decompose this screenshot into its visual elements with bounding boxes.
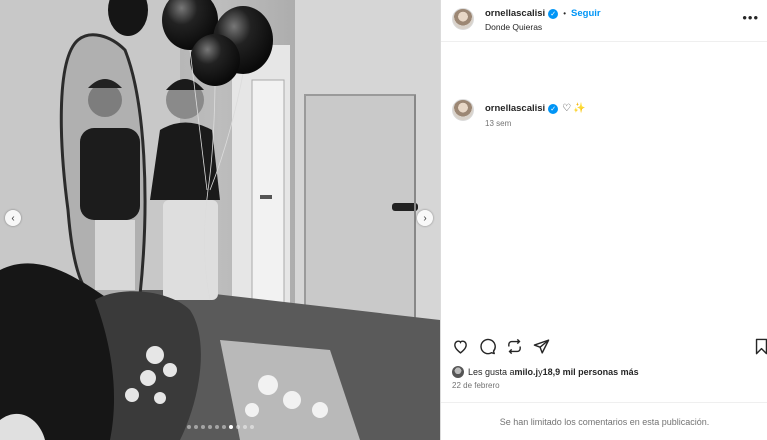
carousel-dot: [249, 425, 254, 429]
photo-image: [0, 0, 440, 440]
follow-button[interactable]: Seguir: [571, 8, 601, 19]
likes-prefix: Les gusta a: [468, 367, 515, 377]
location-link[interactable]: Donde Quieras: [485, 22, 542, 32]
carousel-next-button[interactable]: ›: [417, 210, 433, 226]
likes-user[interactable]: milo.j: [515, 367, 539, 377]
likes-count[interactable]: 18,9 mil personas más: [543, 367, 639, 377]
comments-limited-notice: Se han limitado los comentarios en esta …: [441, 402, 767, 440]
bookmark-icon[interactable]: [752, 337, 767, 355]
carousel-dot: [221, 425, 226, 429]
send-icon[interactable]: [532, 337, 550, 355]
caption-heart-emoji: ♡: [562, 103, 572, 114]
caption-area: ornellascalisi ✓ ♡ ✨ 13 sem: [441, 42, 767, 342]
carousel-dots: [0, 425, 440, 429]
carousel-dot: [207, 425, 212, 429]
more-icon[interactable]: •••: [742, 10, 759, 25]
carousel-dot: [193, 425, 198, 429]
comment-icon[interactable]: [478, 337, 496, 355]
post-side-panel: ornellascalisi ✓ • Seguir Donde Quieras …: [440, 0, 767, 440]
carousel-dot: [200, 425, 205, 429]
username[interactable]: ornellascalisi: [485, 8, 545, 19]
caption-sparkle-emoji: ✨: [573, 103, 586, 114]
caption-avatar[interactable]: [452, 99, 474, 121]
carousel-dot: [214, 425, 219, 429]
post-header: ornellascalisi ✓ • Seguir Donde Quieras …: [441, 0, 767, 42]
separator: •: [563, 9, 567, 18]
carousel-dot: [242, 425, 247, 429]
caption-verified-icon: ✓: [548, 103, 559, 114]
liker-avatar: [452, 366, 464, 378]
post-photo[interactable]: ‹ ›: [0, 0, 440, 440]
verified-icon: ✓: [548, 8, 559, 19]
heart-icon[interactable]: [451, 337, 469, 355]
caption-username[interactable]: ornellascalisi: [485, 103, 545, 114]
action-bar: [441, 333, 767, 361]
carousel-dot: [186, 425, 191, 429]
share-icon[interactable]: [505, 337, 523, 355]
carousel-dot: [228, 425, 233, 429]
carousel-prev-button[interactable]: ‹: [5, 210, 21, 226]
caption-time: 13 sem: [485, 119, 512, 128]
carousel-dot: [235, 425, 240, 429]
avatar[interactable]: [452, 8, 474, 30]
likes-summary[interactable]: Les gusta a milo.j y 18,9 mil personas m…: [452, 366, 639, 378]
post-date[interactable]: 22 de febrero: [452, 381, 500, 390]
